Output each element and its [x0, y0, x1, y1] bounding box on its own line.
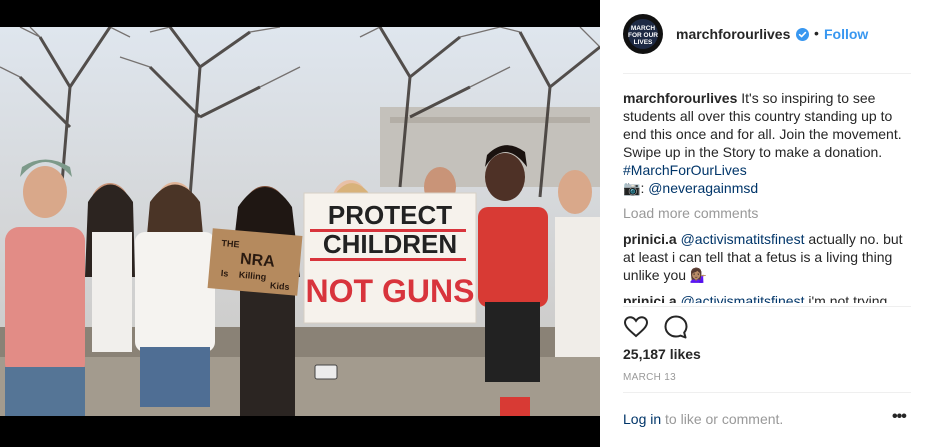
comment-author[interactable]: prinici.a	[623, 231, 677, 247]
avatar-logo: MARCH FOR OUR LIVES	[628, 19, 658, 49]
camera-emoji-icon: 📷	[623, 180, 641, 196]
caption-mention-prefix: :	[640, 180, 645, 196]
likes-count[interactable]: 25,187 likes	[623, 346, 701, 362]
more-options-icon[interactable]: •••	[892, 408, 907, 426]
comment-mention[interactable]: @activismatitsfinest	[681, 231, 805, 247]
verified-badge-icon	[796, 28, 809, 41]
login-link[interactable]: Log in	[623, 411, 661, 427]
login-prompt-text: to like or comment.	[661, 411, 784, 427]
footer-divider	[623, 392, 911, 393]
svg-text:PROTECT: PROTECT	[328, 200, 452, 230]
svg-text:Kids: Kids	[270, 280, 290, 292]
post-photo-pane: THE NRA Is Killing Kids PROTECT CHILDREN…	[0, 0, 600, 447]
post-header: MARCH FOR OUR LIVES marchforourlives • F…	[600, 0, 935, 72]
load-more-comments-button[interactable]: Load more comments	[623, 204, 913, 222]
caption-hashtag[interactable]: #MarchForOurLives	[623, 162, 747, 178]
actions-divider	[623, 306, 911, 307]
username-link[interactable]: marchforourlives	[676, 26, 790, 42]
nra-sign: THE NRA Is Killing Kids	[207, 228, 303, 296]
comment-icon[interactable]	[663, 314, 689, 340]
comments-section: marchforourlives It's so inspiring to se…	[623, 89, 913, 303]
header-divider	[623, 73, 911, 74]
comment-item: prinici.a @activismatitsfinest i'm not t…	[623, 292, 913, 303]
protest-photo: THE NRA Is Killing Kids PROTECT CHILDREN…	[0, 27, 600, 416]
post-date[interactable]: MARCH 13	[623, 372, 676, 383]
caption-author[interactable]: marchforourlives	[623, 90, 737, 106]
caption-mention[interactable]: @neveragainmsd	[648, 180, 758, 196]
svg-text:NRA: NRA	[239, 251, 275, 271]
caption: marchforourlives It's so inspiring to se…	[623, 89, 913, 197]
comment-item: prinici.a @activismatitsfinest actually …	[623, 230, 913, 284]
login-prompt: Log in to like or comment.	[623, 411, 783, 427]
svg-text:NOT GUNS: NOT GUNS	[306, 273, 475, 309]
follow-button[interactable]: Follow	[824, 26, 868, 42]
separator-dot: •	[814, 25, 819, 41]
avatar[interactable]: MARCH FOR OUR LIVES	[623, 14, 663, 54]
comment-text: i'm not trying	[808, 293, 888, 303]
post-sidebar: MARCH FOR OUR LIVES marchforourlives • F…	[600, 0, 935, 447]
svg-text:THE: THE	[221, 238, 240, 250]
protect-children-sign: PROTECT CHILDREN NOT GUNS	[303, 192, 477, 324]
post-photo[interactable]: THE NRA Is Killing Kids PROTECT CHILDREN…	[0, 27, 600, 416]
svg-text:Is: Is	[220, 268, 228, 279]
heart-icon[interactable]	[623, 314, 649, 340]
comment-mention[interactable]: @activismatitsfinest	[681, 293, 805, 303]
svg-text:CHILDREN: CHILDREN	[323, 229, 457, 259]
comment-author[interactable]: prinici.a	[623, 293, 677, 303]
